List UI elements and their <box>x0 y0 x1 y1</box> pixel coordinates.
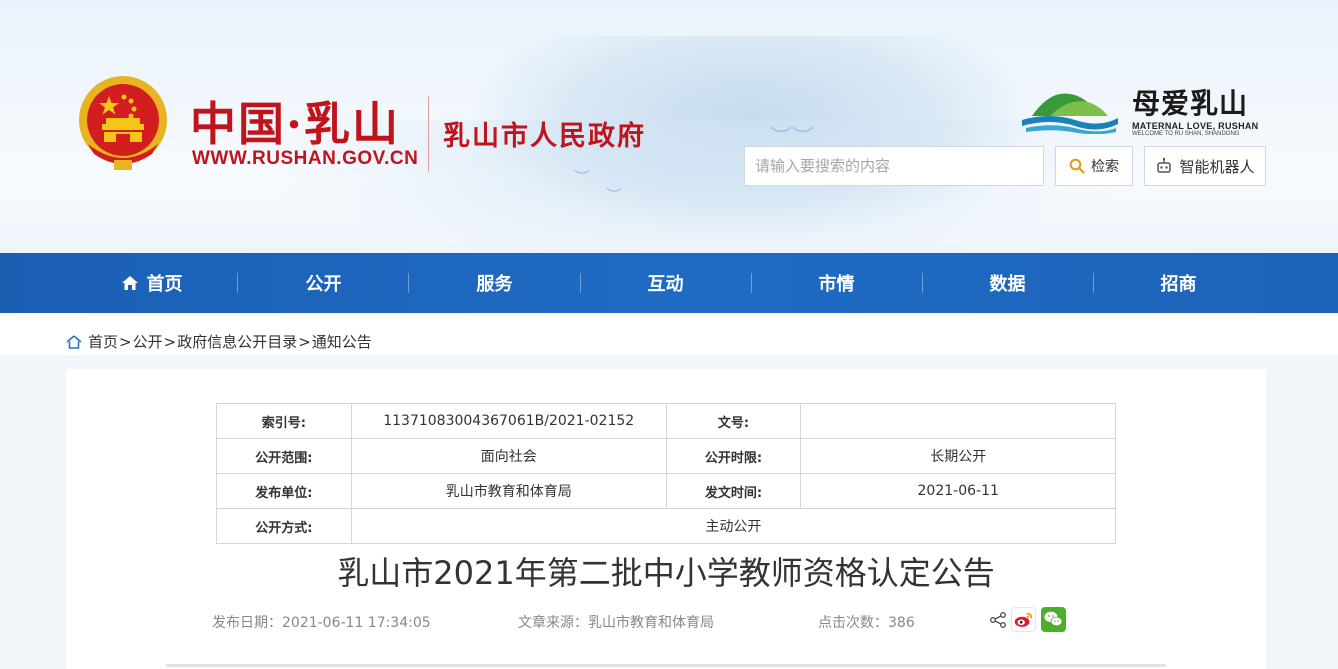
search-input[interactable] <box>744 146 1044 186</box>
index-no-value: 11371083004367061B/2021-02152 <box>350 403 667 439</box>
scope-value: 面向社会 <box>350 438 667 474</box>
search-button[interactable]: 检索 <box>1055 146 1133 186</box>
click-count: 点击次数：386 <box>818 615 915 631</box>
nav-item-investment[interactable]: 招商 <box>1093 253 1264 313</box>
table-row: 公开范围: 面向社会 公开时限: 长期公开 <box>216 438 1116 474</box>
info-meta-table: 索引号: 11371083004367061B/2021-02152 文号: 公… <box>216 403 1117 544</box>
nav-item-data[interactable]: 数据 <box>922 253 1093 313</box>
method-label: 公开方式: <box>216 508 352 544</box>
table-row: 公开方式: 主动公开 <box>216 508 1117 544</box>
breadcrumb-separator: > <box>298 332 311 351</box>
main-nav: 首页 公开 服务 互动 市情 数据 招商 <box>0 253 1338 313</box>
breadcrumb: 首页 > 公开 > 政府信息公开目录 > 通知公告 <box>66 331 372 352</box>
header-divider <box>428 96 429 172</box>
publish-date: 发布日期：2021-06-11 17:34:05 <box>212 615 431 631</box>
weibo-icon[interactable] <box>1011 607 1036 632</box>
method-value: 主动公开 <box>350 508 1117 544</box>
brand-welcome-en: WELCOME TO RU SHAN, SHANDONG <box>1132 131 1240 137</box>
search-icon <box>1069 158 1085 174</box>
robot-button[interactable]: 智能机器人 <box>1144 146 1266 186</box>
bird-decoration: ︶ <box>606 186 623 205</box>
period-value: 长期公开 <box>800 438 1116 474</box>
nav-item-interaction[interactable]: 互动 <box>580 253 751 313</box>
issue-time-label: 发文时间: <box>665 473 802 509</box>
breadcrumb-separator: > <box>119 332 132 351</box>
table-row: 索引号: 11371083004367061B/2021-02152 文号: <box>216 403 1116 439</box>
publisher-label: 发布单位: <box>216 473 352 509</box>
breadcrumb-separator: > <box>163 332 177 351</box>
table-row: 发布单位: 乳山市教育和体育局 发文时间: 2021-06-11 <box>216 473 1116 509</box>
national-emblem-icon[interactable] <box>74 74 172 174</box>
wechat-icon[interactable] <box>1041 607 1066 632</box>
breadcrumb-link-notices[interactable]: 通知公告 <box>312 331 372 352</box>
site-name-cn: 中国·乳山 <box>190 97 401 151</box>
publisher-value: 乳山市教育和体育局 <box>350 473 667 509</box>
article-source: 文章来源：乳山市教育和体育局 <box>518 615 714 631</box>
robot-button-label: 智能机器人 <box>1179 157 1255 176</box>
content-divider <box>166 664 1166 667</box>
site-header: ︶︶ ︶ ︶ 中国·乳山 WWW.RUSHAN.GOV.CN 乳山市人民政府 母… <box>0 0 1338 253</box>
doc-no-label: 文号: <box>665 403 802 439</box>
bird-decoration: ︶ <box>574 168 591 187</box>
scope-label: 公开范围: <box>216 438 352 474</box>
index-no-label: 索引号: <box>216 403 352 439</box>
article-title: 乳山市2021年第二批中小学教师资格认定公告 <box>337 554 995 592</box>
nav-item-city-info[interactable]: 市情 <box>751 253 922 313</box>
robot-icon <box>1157 157 1172 173</box>
period-label: 公开时限: <box>665 438 802 474</box>
home-icon <box>121 276 138 290</box>
brand-slogan-en: MATERNAL LOVE, RUSHAN <box>1132 121 1259 131</box>
mountain-sea-logo-icon <box>1022 93 1118 134</box>
nav-item-home[interactable]: 首页 <box>66 253 237 313</box>
breadcrumb-link-home[interactable]: 首页 <box>88 331 118 352</box>
home-icon <box>66 334 82 349</box>
nav-item-open[interactable]: 公开 <box>238 253 409 313</box>
issue-time-value: 2021-06-11 <box>800 473 1116 509</box>
nav-item-label: 首页 <box>146 274 183 295</box>
breadcrumb-link-open[interactable]: 公开 <box>133 331 163 352</box>
site-url: WWW.RUSHAN.GOV.CN <box>192 148 419 169</box>
gov-name: 乳山市人民政府 <box>443 121 646 152</box>
breadcrumb-link-catalog[interactable]: 政府信息公开目录 <box>177 331 297 352</box>
nav-item-service[interactable]: 服务 <box>409 253 580 313</box>
share-icon[interactable] <box>989 611 1007 629</box>
search-button-label: 检索 <box>1091 159 1119 175</box>
brand-slogan: 母爱乳山 <box>1132 87 1249 120</box>
doc-no-value <box>800 403 1116 439</box>
